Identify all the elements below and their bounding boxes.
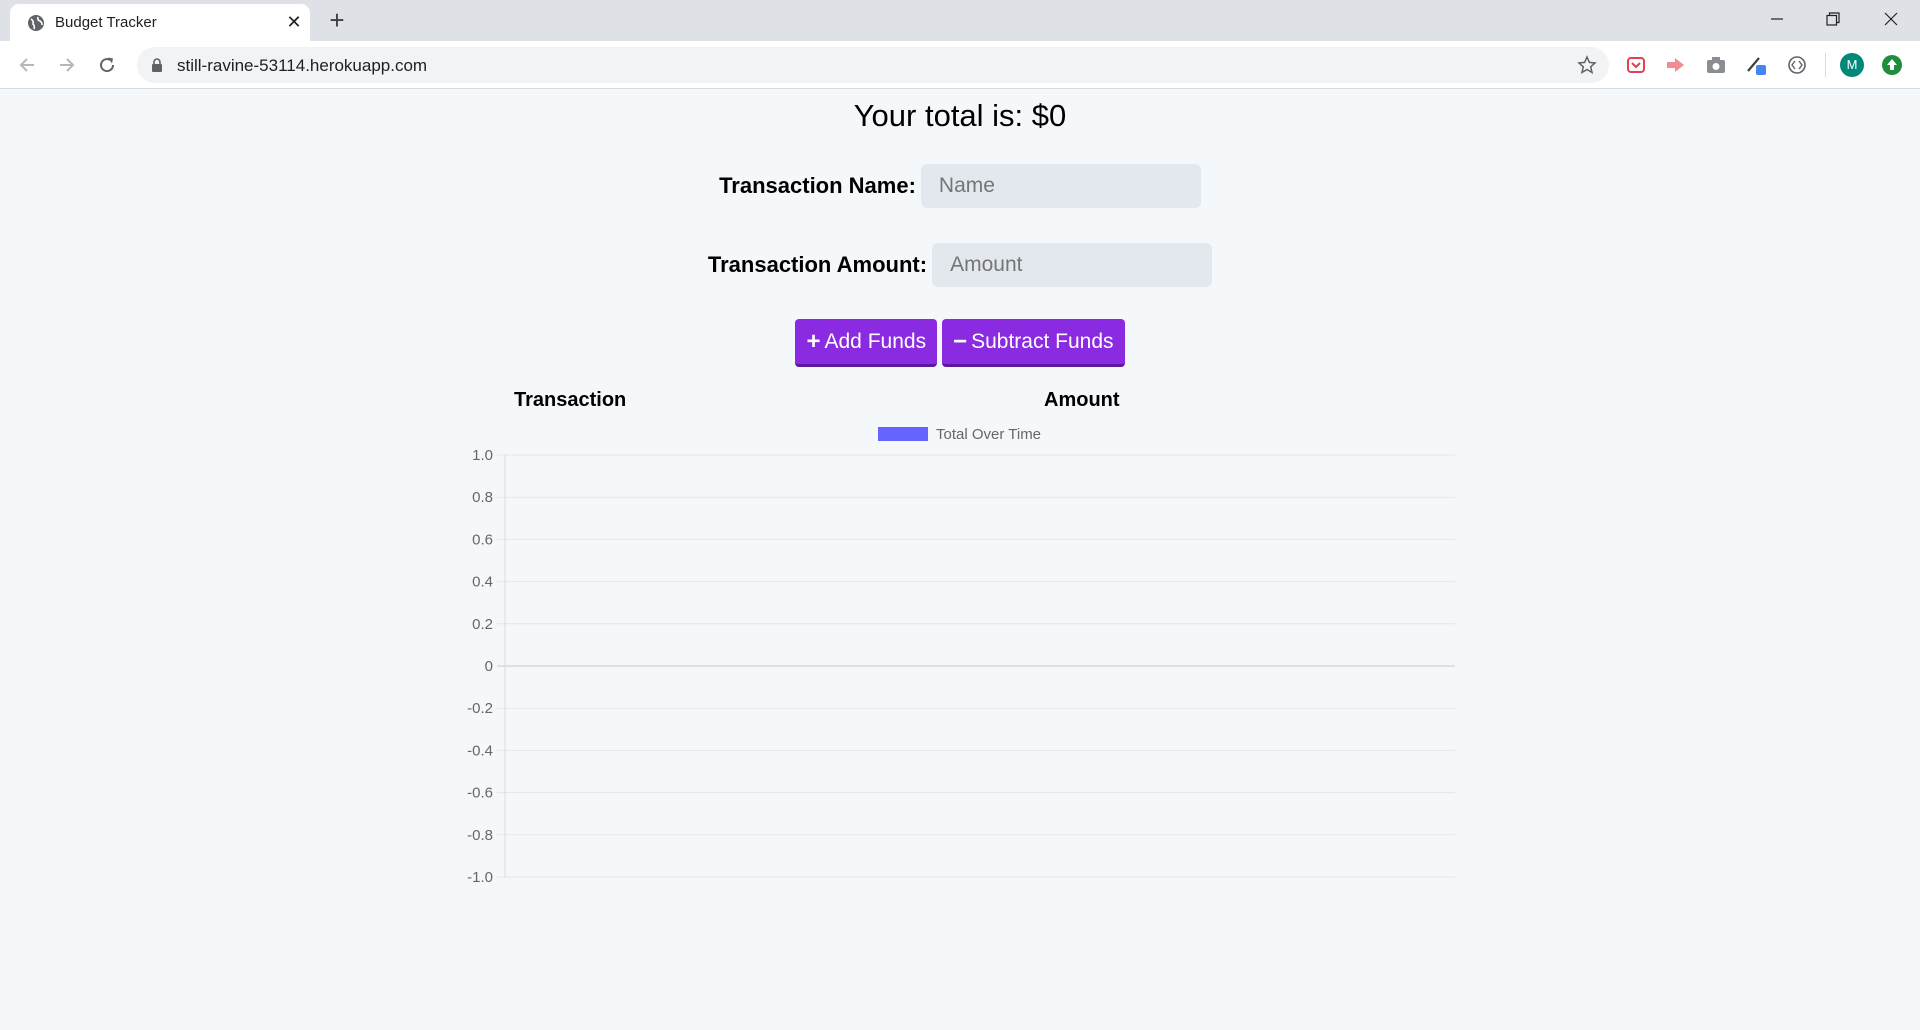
y-tick-label: 0.8 [472, 489, 493, 506]
eyedropper-extension-icon[interactable] [1744, 53, 1768, 77]
subtract-funds-button[interactable]: − Subtract Funds [942, 319, 1125, 367]
y-tick-label: 0.6 [472, 531, 493, 548]
y-tick-label: 0 [485, 658, 493, 675]
globe-icon [28, 15, 44, 31]
legend-label: Total Over Time [936, 426, 1041, 443]
y-tick-label: -0.8 [467, 827, 493, 844]
y-tick-label: -0.4 [467, 742, 493, 759]
add-funds-label: Add Funds [824, 329, 927, 353]
y-tick-label: -0.2 [467, 700, 493, 717]
name-label: Transaction Name: [719, 173, 916, 198]
pocket-extension-icon[interactable] [1624, 53, 1648, 77]
legend-swatch [878, 427, 928, 441]
profile-avatar[interactable]: M [1840, 53, 1864, 77]
update-icon[interactable] [1880, 53, 1904, 77]
toolbar-divider [1825, 53, 1826, 77]
tab-strip: Budget Tracker ✕ + [0, 0, 1920, 41]
minus-icon: − [953, 327, 968, 355]
transaction-column-header: Transaction [514, 389, 627, 411]
reload-icon[interactable] [93, 51, 121, 79]
y-tick-label: 1.0 [472, 447, 493, 464]
y-tick-label: -1.0 [467, 869, 493, 886]
new-tab-icon[interactable]: + [325, 7, 349, 33]
amount-label: Transaction Amount: [707, 252, 928, 277]
back-arrow-icon[interactable] [13, 51, 41, 79]
amount-row: Transaction Amount: [0, 243, 1920, 287]
code-extension-icon[interactable] [1785, 53, 1809, 77]
lock-icon [152, 58, 162, 72]
tab-title: Budget Tracker [55, 14, 157, 31]
name-input[interactable] [920, 164, 1201, 208]
plus-icon: + [806, 327, 821, 355]
profile-initial: M [1846, 57, 1858, 72]
close-tab-icon[interactable]: ✕ [284, 12, 304, 32]
amount-input[interactable] [932, 243, 1213, 287]
url-text: still-ravine-53114.herokuapp.com [177, 56, 428, 75]
total-text: Your total is: $0 [853, 98, 1067, 133]
button-row: + Add Funds − Subtract Funds [0, 319, 1920, 367]
bookmark-star-icon[interactable] [1577, 55, 1597, 75]
close-window-icon[interactable] [1868, 4, 1914, 34]
total-over-time-chart: Total Over Time 1.0 0.8 0.6 0.4 0.2 0 -0.2 -0.4 -… [467, 426, 1455, 886]
name-row: Transaction Name: [0, 164, 1920, 208]
address-bar[interactable]: still-ravine-53114.herokuapp.com [137, 47, 1609, 83]
share-extension-icon[interactable] [1664, 53, 1688, 77]
y-tick-label: 0.2 [472, 616, 493, 633]
subtract-funds-label: Subtract Funds [971, 329, 1114, 353]
forward-arrow-icon[interactable] [53, 51, 81, 79]
add-funds-button[interactable]: + Add Funds [795, 319, 938, 367]
camera-icon[interactable] [1704, 53, 1728, 77]
browser-toolbar: still-ravine-53114.herokuapp.com M [0, 41, 1920, 89]
y-tick-label: 0.4 [472, 574, 493, 591]
y-tick-label: -0.6 [467, 785, 493, 802]
minimize-icon[interactable] [1754, 4, 1800, 34]
amount-column-header: Amount [1044, 389, 1120, 411]
browser-tab[interactable]: Budget Tracker ✕ [10, 4, 310, 41]
restore-icon[interactable] [1810, 4, 1856, 34]
